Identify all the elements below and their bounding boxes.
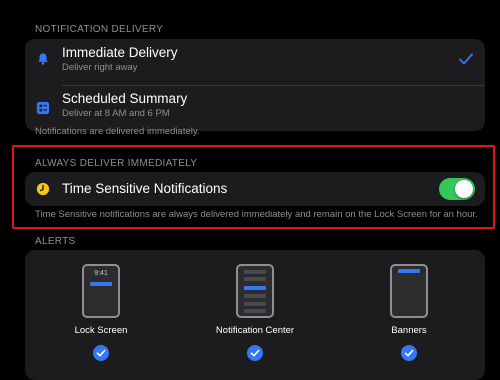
nc-bar-1 xyxy=(244,270,266,274)
nc-bar-2 xyxy=(244,277,266,281)
lock-screen-notification-bar xyxy=(90,282,112,286)
banners-device-icon xyxy=(390,264,428,318)
alert-option-banners[interactable]: Banners xyxy=(349,264,469,361)
immediate-delivery-subtitle: Deliver right away xyxy=(62,62,138,73)
nc-bar-4 xyxy=(244,302,266,306)
checkmark-circle-icon xyxy=(247,345,263,361)
alert-option-lock-screen[interactable]: 9:41 Lock Screen xyxy=(41,264,161,361)
clock-icon xyxy=(36,182,50,196)
immediate-delivery-option[interactable]: Immediate Delivery Deliver right away xyxy=(25,39,485,85)
alerts-group: 9:41 Lock Screen Notification Center Ban… xyxy=(25,250,485,380)
banner-bar xyxy=(398,269,420,273)
notification-center-device-icon xyxy=(236,264,274,318)
time-sensitive-row: Time Sensitive Notifications xyxy=(25,172,485,206)
nc-bar-highlight xyxy=(244,286,266,290)
alert-label-notification-center: Notification Center xyxy=(215,325,295,336)
time-sensitive-footnote: Time Sensitive notifications are always … xyxy=(35,209,478,220)
scheduled-summary-title: Scheduled Summary xyxy=(62,91,188,106)
alert-label-banners: Banners xyxy=(391,325,427,336)
lock-screen-device-icon: 9:41 xyxy=(82,264,120,318)
nc-bar-3 xyxy=(244,294,266,298)
toggle-knob xyxy=(455,180,473,198)
delivery-footnote: Notifications are delivered immediately. xyxy=(35,126,200,137)
checkmark-circle-icon xyxy=(93,345,109,361)
time-sensitive-group: Time Sensitive Notifications xyxy=(25,172,485,206)
lock-screen-time: 9:41 xyxy=(94,270,108,277)
time-sensitive-toggle[interactable] xyxy=(439,178,475,200)
section-header-alerts: ALERTS xyxy=(35,236,76,247)
section-header-notification-delivery: NOTIFICATION DELIVERY xyxy=(35,24,164,35)
summary-icon xyxy=(36,101,50,115)
delivery-options-group: Immediate Delivery Deliver right away Sc… xyxy=(25,39,485,131)
immediate-delivery-title: Immediate Delivery xyxy=(62,45,178,60)
nc-bar-5 xyxy=(244,309,266,313)
alert-option-notification-center[interactable]: Notification Center xyxy=(195,264,315,361)
checkmark-circle-icon xyxy=(401,345,417,361)
section-header-always-deliver: ALWAYS DELIVER IMMEDIATELY xyxy=(35,158,198,169)
bell-icon xyxy=(38,53,48,65)
time-sensitive-title: Time Sensitive Notifications xyxy=(62,181,228,196)
scheduled-summary-option[interactable]: Scheduled Summary Deliver at 8 AM and 6 … xyxy=(25,85,485,131)
scheduled-summary-subtitle: Deliver at 8 AM and 6 PM xyxy=(62,108,170,119)
alert-label-lock-screen: Lock Screen xyxy=(74,325,128,336)
checkmark-icon xyxy=(459,53,473,65)
